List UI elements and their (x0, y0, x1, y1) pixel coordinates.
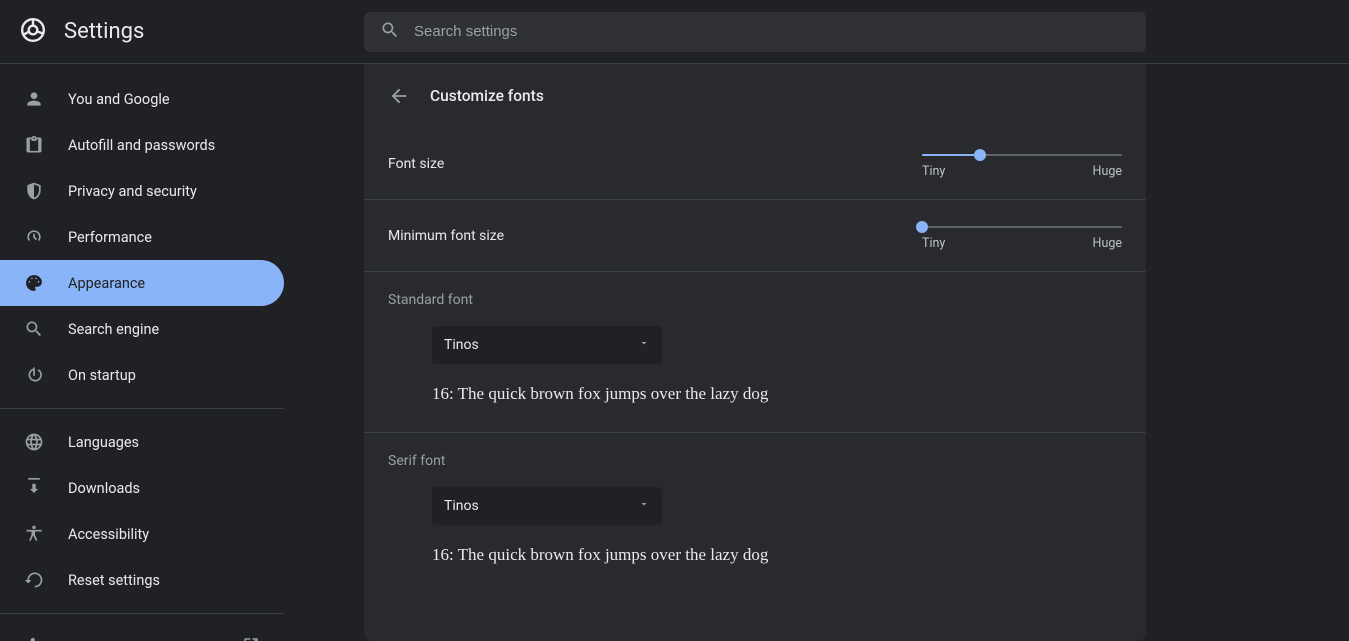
extension-icon (24, 637, 44, 641)
panel-title: Customize fonts (430, 87, 544, 105)
sidebar-divider (0, 408, 284, 409)
slider-min-label: Tiny (922, 236, 945, 251)
chevron-down-icon (638, 498, 650, 514)
sidebar-item-label: Search engine (68, 321, 159, 338)
sidebar-item-you-and-google[interactable]: You and Google (0, 76, 284, 122)
section-standard-font: Standard font Tinos 16: The quick brown … (364, 272, 1146, 433)
slider-max-label: Huge (1093, 164, 1122, 179)
sidebar-item-label: Appearance (68, 275, 145, 292)
sidebar-item-performance[interactable]: Performance (0, 214, 284, 260)
sidebar-item-label: Performance (68, 229, 152, 246)
globe-icon (24, 432, 44, 452)
sidebar-item-downloads[interactable]: Downloads (0, 465, 284, 511)
settings-sidebar: You and Google Autofill and passwords Pr… (0, 64, 284, 641)
sidebar-item-autofill[interactable]: Autofill and passwords (0, 122, 284, 168)
section-serif-font: Serif font Tinos 16: The quick brown fox… (364, 433, 1146, 593)
sidebar-item-reset[interactable]: Reset settings (0, 557, 284, 603)
serif-font-title: Serif font (388, 453, 1122, 469)
search-icon (24, 319, 44, 339)
download-icon (24, 478, 44, 498)
app-logo-block: Settings (20, 17, 364, 47)
main-column: Customize fonts Font size Tiny Huge (284, 64, 1349, 641)
chrome-icon (20, 17, 46, 47)
palette-icon (24, 273, 44, 293)
slider-min-label: Tiny (922, 164, 945, 179)
sidebar-item-label: Reset settings (68, 572, 160, 589)
search-icon (380, 20, 400, 44)
row-font-size: Font size Tiny Huge (364, 128, 1146, 200)
sidebar-item-languages[interactable]: Languages (0, 419, 284, 465)
search-container[interactable] (364, 12, 1146, 52)
app-header: Settings (0, 0, 1349, 64)
font-size-label: Font size (388, 156, 444, 172)
sidebar-item-accessibility[interactable]: Accessibility (0, 511, 284, 557)
row-min-font-size: Minimum font size Tiny Huge (364, 200, 1146, 272)
standard-font-select[interactable]: Tinos (432, 326, 662, 364)
sidebar-item-extensions[interactable]: Extensions (0, 624, 284, 641)
back-button[interactable] (388, 85, 410, 107)
sidebar-item-label: Languages (68, 434, 139, 451)
panel-header: Customize fonts (364, 64, 1146, 128)
open-external-icon (242, 636, 260, 641)
standard-font-value: Tinos (444, 337, 479, 353)
font-size-slider[interactable]: Tiny Huge (922, 148, 1122, 179)
sidebar-item-label: Accessibility (68, 526, 149, 543)
reset-icon (24, 570, 44, 590)
shield-icon (24, 181, 44, 201)
sidebar-item-label: Privacy and security (68, 183, 197, 200)
sidebar-item-search-engine[interactable]: Search engine (0, 306, 284, 352)
app-title: Settings (64, 19, 144, 44)
search-input[interactable] (414, 23, 1130, 40)
serif-font-value: Tinos (444, 498, 479, 514)
person-icon (24, 89, 44, 109)
sidebar-item-appearance[interactable]: Appearance (0, 260, 284, 306)
standard-font-preview: 16: The quick brown fox jumps over the l… (432, 384, 1122, 404)
slider-max-label: Huge (1093, 236, 1122, 251)
min-font-size-label: Minimum font size (388, 228, 504, 244)
speedometer-icon (24, 227, 44, 247)
sidebar-item-label: On startup (68, 367, 136, 384)
min-font-size-slider[interactable]: Tiny Huge (922, 220, 1122, 251)
settings-panel: Customize fonts Font size Tiny Huge (364, 64, 1146, 641)
serif-font-preview: 16: The quick brown fox jumps over the l… (432, 545, 1122, 565)
power-icon (24, 365, 44, 385)
sidebar-divider (0, 613, 284, 614)
serif-font-select[interactable]: Tinos (432, 487, 662, 525)
sidebar-item-on-startup[interactable]: On startup (0, 352, 284, 398)
sidebar-item-label: Downloads (68, 480, 140, 497)
chevron-down-icon (638, 337, 650, 353)
standard-font-title: Standard font (388, 292, 1122, 308)
sidebar-item-label: You and Google (68, 91, 170, 108)
sidebar-item-label: Autofill and passwords (68, 137, 215, 154)
clipboard-icon (24, 135, 44, 155)
accessibility-icon (24, 524, 44, 544)
sidebar-item-privacy[interactable]: Privacy and security (0, 168, 284, 214)
